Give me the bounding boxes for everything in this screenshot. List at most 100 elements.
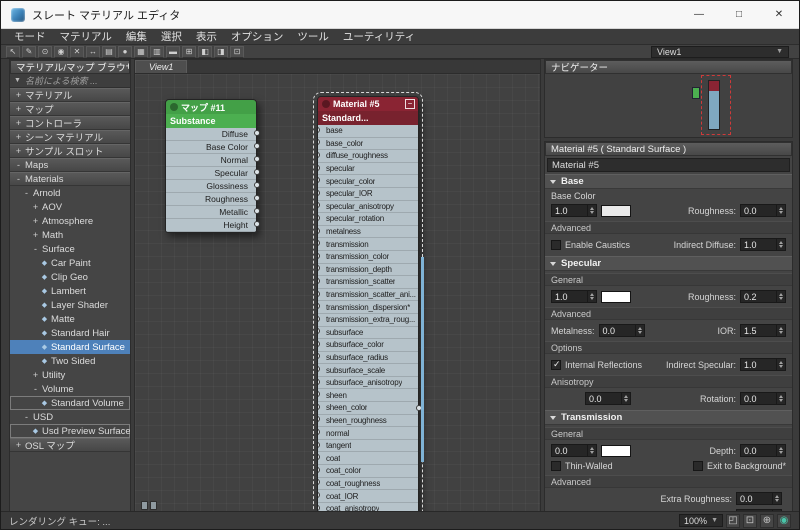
material-map-browser-toggle-icon[interactable]: ◧ bbox=[198, 45, 212, 58]
pencil-icon[interactable]: ✎ bbox=[22, 45, 36, 58]
tree-expander-icon[interactable]: + bbox=[14, 440, 23, 450]
layout-all-horizontal-icon[interactable]: ▬ bbox=[166, 45, 180, 58]
hide-unused-slots-icon[interactable]: ▤ bbox=[102, 45, 116, 58]
transmission-color-swatch[interactable] bbox=[601, 444, 631, 457]
tree-item[interactable]: + OSL マップ bbox=[10, 438, 130, 452]
input-socket[interactable] bbox=[318, 290, 320, 297]
tree-item[interactable]: ◆ Lambert bbox=[10, 284, 130, 298]
rollout-base-header[interactable]: Base bbox=[545, 174, 792, 189]
input-socket[interactable] bbox=[318, 340, 320, 347]
parameter-editor-header[interactable]: Material #5 ( Standard Surface ) bbox=[545, 142, 792, 156]
assign-material-icon[interactable]: ◉ bbox=[54, 45, 68, 58]
node-input-slot[interactable]: coat_roughness bbox=[318, 478, 418, 491]
tree-expander-icon[interactable]: - bbox=[31, 384, 40, 394]
select-tool-icon[interactable]: ↖ bbox=[6, 45, 20, 58]
tree-item[interactable]: + Atmosphere bbox=[10, 214, 130, 228]
material-node-subtitle-row[interactable]: Standard... bbox=[318, 111, 418, 125]
rotation-spinner[interactable]: 0.0 bbox=[740, 392, 786, 405]
show-background-icon[interactable]: ▦ bbox=[134, 45, 148, 58]
maximize-button[interactable]: □ bbox=[719, 1, 759, 28]
menu-item[interactable]: ユーティリティ bbox=[336, 29, 422, 44]
input-socket[interactable] bbox=[318, 353, 320, 360]
substance-map-node[interactable]: マップ #11 Substance Diffuse Base Color Nor… bbox=[165, 99, 260, 233]
browser-header[interactable]: マテリアル/マップ ブラウザ bbox=[10, 60, 130, 74]
node-output-slot[interactable]: Diffuse bbox=[166, 128, 260, 141]
zoom-level-field[interactable]: 100% ▼ bbox=[679, 514, 723, 527]
navigator-view-rect[interactable] bbox=[701, 75, 731, 135]
output-socket[interactable] bbox=[254, 195, 260, 201]
tree-item[interactable]: - USD bbox=[10, 410, 130, 424]
input-socket[interactable] bbox=[318, 164, 320, 171]
zoom-100-icon[interactable]: ⊕ bbox=[760, 513, 774, 528]
spinner-arrows[interactable] bbox=[776, 239, 785, 250]
tree-expander-icon[interactable]: ◆ bbox=[40, 343, 49, 351]
node-output-slot[interactable]: Specular bbox=[166, 167, 260, 180]
transmission-weight-spinner[interactable]: 0.0 bbox=[551, 444, 597, 457]
tree-item[interactable]: + サンプル スロット bbox=[10, 144, 130, 158]
tree-expander-icon[interactable]: - bbox=[22, 188, 31, 198]
node-input-slot[interactable]: coat bbox=[318, 452, 418, 466]
spinner-arrows[interactable] bbox=[776, 325, 785, 336]
rollout-transmission-header[interactable]: Transmission bbox=[545, 410, 792, 425]
input-socket[interactable] bbox=[318, 189, 320, 196]
specular-roughness-spinner[interactable]: 0.2 bbox=[740, 290, 786, 303]
node-output-slot[interactable]: Height bbox=[166, 219, 260, 232]
menu-item[interactable]: マテリアル bbox=[53, 29, 119, 44]
menu-item[interactable]: 編集 bbox=[119, 29, 154, 44]
tree-expander-icon[interactable]: ◆ bbox=[40, 399, 49, 407]
node-input-slot[interactable]: coat_IOR bbox=[318, 490, 418, 503]
tree-expander-icon[interactable]: ◆ bbox=[40, 287, 49, 295]
node-input-slot[interactable]: subsurface_color bbox=[318, 339, 418, 352]
node-input-slot[interactable]: transmission_depth bbox=[318, 264, 418, 277]
input-socket[interactable] bbox=[318, 492, 320, 499]
input-socket[interactable] bbox=[318, 328, 320, 335]
tree-item[interactable]: + AOV bbox=[10, 200, 130, 214]
anisotropy-label[interactable]: Anisotropy bbox=[545, 375, 792, 388]
base-color-swatch[interactable] bbox=[601, 204, 631, 217]
delete-icon[interactable]: ✕ bbox=[70, 45, 84, 58]
tree-expander-icon[interactable]: + bbox=[14, 146, 23, 156]
node-canvas[interactable]: マップ #11 Substance Diffuse Base Color Nor… bbox=[135, 74, 540, 514]
tree-expander-icon[interactable]: - bbox=[14, 160, 23, 170]
output-socket[interactable] bbox=[254, 130, 260, 136]
node-input-slot[interactable]: transmission_color bbox=[318, 251, 418, 264]
search-options-icon[interactable]: ▼ bbox=[14, 77, 21, 84]
pick-material-icon[interactable]: ⊙ bbox=[38, 45, 52, 58]
input-socket[interactable] bbox=[318, 391, 320, 398]
node-input-slot[interactable]: transmission_scatter bbox=[318, 276, 418, 289]
canvas-corner-icons[interactable] bbox=[141, 501, 157, 510]
input-socket[interactable] bbox=[318, 177, 320, 184]
zoom-extents-icon[interactable]: ⊡ bbox=[743, 513, 757, 528]
map-node-subtitle-row[interactable]: Substance bbox=[166, 114, 256, 128]
menu-item[interactable]: オプション bbox=[224, 29, 291, 44]
collapse-node-button[interactable]: − bbox=[405, 99, 415, 109]
output-socket[interactable] bbox=[254, 143, 260, 149]
input-socket[interactable] bbox=[318, 441, 320, 448]
metalness-spinner[interactable]: 0.0 bbox=[598, 324, 645, 337]
input-socket[interactable] bbox=[318, 151, 320, 158]
spinner-arrows[interactable] bbox=[776, 393, 785, 404]
input-socket[interactable] bbox=[318, 240, 320, 247]
node-input-slot[interactable]: sheen_color bbox=[318, 402, 418, 415]
output-socket[interactable] bbox=[254, 169, 260, 175]
tree-expander-icon[interactable]: ◆ bbox=[40, 301, 49, 309]
material-name-field[interactable]: Material #5 bbox=[547, 158, 790, 172]
specular-advanced-label[interactable]: Advanced bbox=[545, 307, 792, 320]
output-socket[interactable] bbox=[254, 156, 260, 162]
node-input-slot[interactable]: subsurface_anisotropy bbox=[318, 377, 418, 390]
tree-expander-icon[interactable]: + bbox=[31, 216, 40, 226]
tree-item[interactable]: + Utility bbox=[10, 368, 130, 382]
input-socket[interactable] bbox=[318, 139, 320, 146]
tree-item[interactable]: + マテリアル bbox=[10, 88, 130, 102]
node-input-slot[interactable]: tangent bbox=[318, 440, 418, 453]
zoom-region-icon[interactable]: ◰ bbox=[726, 513, 740, 528]
tree-item[interactable]: + マップ bbox=[10, 102, 130, 116]
specular-color-swatch[interactable] bbox=[601, 290, 631, 303]
spinner-arrows[interactable] bbox=[634, 325, 644, 336]
input-socket[interactable] bbox=[318, 265, 320, 272]
move-children-icon[interactable]: ↔ bbox=[86, 45, 100, 58]
tree-expander-icon[interactable]: ◆ bbox=[40, 329, 49, 337]
tree-expander-icon[interactable]: - bbox=[14, 174, 23, 184]
spinner-arrows[interactable] bbox=[587, 445, 596, 456]
node-input-slot[interactable]: sheen bbox=[318, 389, 418, 403]
